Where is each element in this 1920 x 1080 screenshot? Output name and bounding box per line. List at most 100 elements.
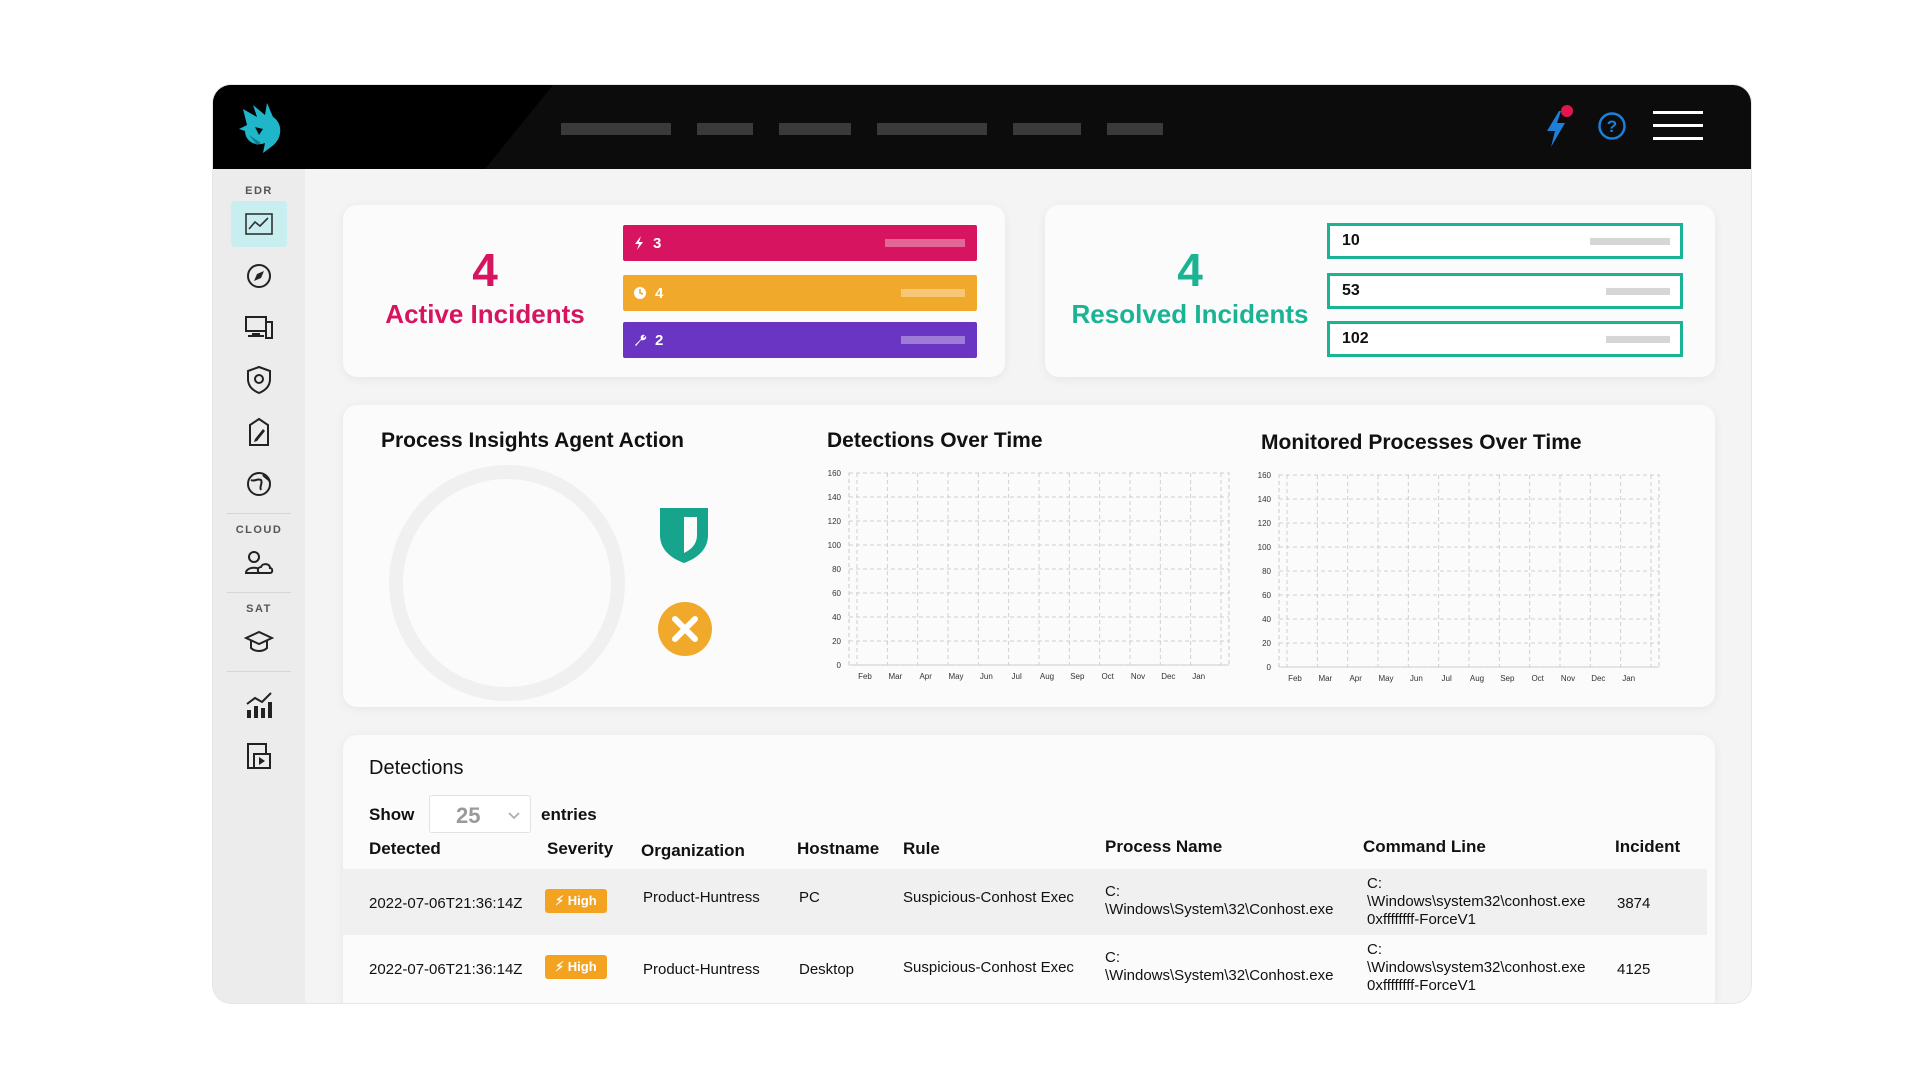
graduation-cap-icon[interactable] bbox=[231, 619, 287, 665]
x-tick-label: Apr bbox=[1349, 674, 1362, 683]
x-tick-label: Feb bbox=[858, 672, 872, 681]
x-tick-label: Jan bbox=[1192, 672, 1205, 681]
nav-item[interactable] bbox=[779, 123, 851, 135]
remediation-incidents-bar[interactable]: 2 bbox=[623, 322, 977, 358]
monitored-processes-chart: 0 20 40 60 80 100 120 140 160 Feb Mar Apr May Jun Jul A… bbox=[1258, 471, 1660, 683]
y-tick-label: 120 bbox=[1258, 519, 1272, 528]
cell-rule: Suspicious-Conhost Exec bbox=[903, 959, 1074, 976]
column-header-organization[interactable]: Organization bbox=[641, 841, 745, 861]
detections-title: Detections bbox=[369, 757, 464, 779]
shield-gear-icon[interactable] bbox=[231, 357, 287, 403]
resolved-bar-value: 102 bbox=[1342, 330, 1369, 347]
column-header-hostname[interactable]: Hostname bbox=[797, 839, 879, 859]
sidebar-section-label: EDR bbox=[245, 185, 273, 197]
insights-charts-card: Process Insights Agent Action Detections… bbox=[343, 405, 1715, 707]
globe-compass-icon[interactable] bbox=[231, 253, 287, 299]
column-header-rule[interactable]: Rule bbox=[903, 839, 940, 859]
sidebar: EDR CLOUD SAT bbox=[213, 169, 305, 1003]
menu-hamburger-icon[interactable] bbox=[1653, 109, 1703, 143]
blocked-x-icon bbox=[657, 601, 713, 662]
bar-trend-chart-icon[interactable] bbox=[231, 682, 287, 728]
x-tick-label: May bbox=[948, 672, 963, 681]
x-tick-label: Jun bbox=[1410, 674, 1423, 683]
report-video-icon[interactable] bbox=[231, 734, 287, 780]
y-tick-label: 140 bbox=[1258, 495, 1272, 504]
column-header-detected[interactable]: Detected bbox=[369, 839, 441, 859]
entries-label: entries bbox=[541, 805, 597, 824]
column-header-incident[interactable]: Incident bbox=[1615, 837, 1680, 857]
column-header-process-name[interactable]: Process Name bbox=[1105, 837, 1222, 857]
detections-chart-title: Detections Over Time bbox=[827, 429, 1043, 452]
y-tick-label: 140 bbox=[828, 493, 842, 502]
cell-process-name: C: \Windows\System\32\Conhost.exe bbox=[1105, 883, 1334, 918]
x-tick-label: Oct bbox=[1101, 672, 1114, 681]
cell-process-name: C: \Windows\System\32\Conhost.exe bbox=[1105, 949, 1334, 984]
nav-item[interactable] bbox=[697, 123, 753, 135]
svg-text:?: ? bbox=[1607, 117, 1617, 136]
x-tick-label: Mar bbox=[1318, 674, 1332, 683]
column-header-command-line[interactable]: Command Line bbox=[1363, 837, 1486, 857]
resolved-bar[interactable]: 102 bbox=[1327, 321, 1683, 357]
nav-item[interactable] bbox=[877, 123, 987, 135]
cell-incident[interactable]: 4125 bbox=[1617, 961, 1650, 979]
cell-organization: Product-Huntress bbox=[643, 889, 760, 906]
sidebar-section-label: CLOUD bbox=[235, 524, 283, 536]
cell-command-line: C: \Windows\system32\conhost.exe 0xfffff… bbox=[1367, 941, 1586, 994]
monitor-stack-icon[interactable] bbox=[231, 305, 287, 351]
huntress-logo-icon[interactable] bbox=[233, 99, 289, 155]
x-tick-label: Jun bbox=[980, 672, 993, 681]
y-tick-label: 0 bbox=[837, 661, 842, 670]
process-insights-donut bbox=[389, 465, 625, 701]
user-cloud-icon[interactable] bbox=[231, 540, 287, 586]
resolved-incidents-label: Resolved Incidents bbox=[1071, 299, 1309, 329]
active-incidents-card: 4 Active Incidents 3 4 2 bbox=[343, 205, 1005, 377]
table-row[interactable]: 2022-07-06T21:36:14Z ⚡︎ High Product-Hun… bbox=[343, 935, 1707, 1001]
nav-item[interactable] bbox=[1013, 123, 1081, 135]
x-tick-label: Apr bbox=[919, 672, 932, 681]
clock-icon bbox=[634, 287, 646, 299]
top-bar: ? bbox=[213, 85, 1751, 169]
entries-select[interactable]: 25 bbox=[429, 795, 531, 833]
top-nav bbox=[561, 123, 1163, 135]
pending-incidents-bar[interactable]: 4 bbox=[623, 275, 977, 311]
cell-command-line: C: \Windows\system32\conhost.exe 0xfffff… bbox=[1367, 875, 1586, 928]
nav-item[interactable] bbox=[1107, 123, 1163, 135]
globe-icon[interactable] bbox=[231, 461, 287, 507]
notifications-lightning-icon[interactable] bbox=[1541, 103, 1573, 149]
pending-incidents-value: 4 bbox=[655, 284, 664, 302]
resolved-bar[interactable]: 53 bbox=[1327, 273, 1683, 309]
lightning-icon: ⚡︎ bbox=[555, 893, 565, 908]
cell-hostname: PC bbox=[799, 889, 820, 906]
resolved-bar[interactable]: 10 bbox=[1327, 223, 1683, 259]
dashboard-chart-icon[interactable] bbox=[231, 201, 287, 247]
critical-incidents-value: 3 bbox=[653, 234, 662, 252]
process-insights-title: Process Insights Agent Action bbox=[381, 429, 684, 452]
y-tick-label: 160 bbox=[828, 469, 842, 478]
table-row[interactable]: 2022-07-06T21:36:14Z ⚡︎ High Product-Hun… bbox=[343, 869, 1707, 935]
x-tick-label: Feb bbox=[1288, 674, 1302, 683]
x-tick-label: Jan bbox=[1622, 674, 1635, 683]
badge-edit-icon[interactable] bbox=[231, 409, 287, 455]
show-label: Show bbox=[369, 805, 415, 824]
nav-item[interactable] bbox=[561, 123, 671, 135]
x-tick-label: Sep bbox=[1070, 672, 1085, 681]
y-tick-label: 60 bbox=[1262, 591, 1271, 600]
cell-detected: 2022-07-06T21:36:14Z bbox=[369, 895, 523, 912]
x-tick-label: Dec bbox=[1591, 674, 1605, 683]
sidebar-section-label: SAT bbox=[246, 603, 272, 615]
x-tick-label: Aug bbox=[1470, 674, 1484, 683]
y-tick-label: 0 bbox=[1267, 663, 1272, 672]
severity-badge: ⚡︎ High bbox=[545, 955, 607, 979]
critical-incidents-bar[interactable]: 3 bbox=[623, 225, 977, 261]
x-tick-label: May bbox=[1378, 674, 1393, 683]
active-incidents-count: 4 bbox=[472, 244, 498, 296]
detections-card: Detections Show 25 entries Detected Seve… bbox=[343, 735, 1715, 1003]
x-tick-label: Sep bbox=[1500, 674, 1515, 683]
y-tick-label: 80 bbox=[1262, 567, 1271, 576]
column-header-severity[interactable]: Severity bbox=[547, 839, 613, 859]
cell-incident[interactable]: 3874 bbox=[1617, 895, 1650, 913]
y-tick-label: 40 bbox=[832, 613, 841, 622]
x-tick-label: Oct bbox=[1531, 674, 1544, 683]
help-icon[interactable]: ? bbox=[1597, 111, 1627, 141]
lightning-icon bbox=[635, 236, 643, 250]
